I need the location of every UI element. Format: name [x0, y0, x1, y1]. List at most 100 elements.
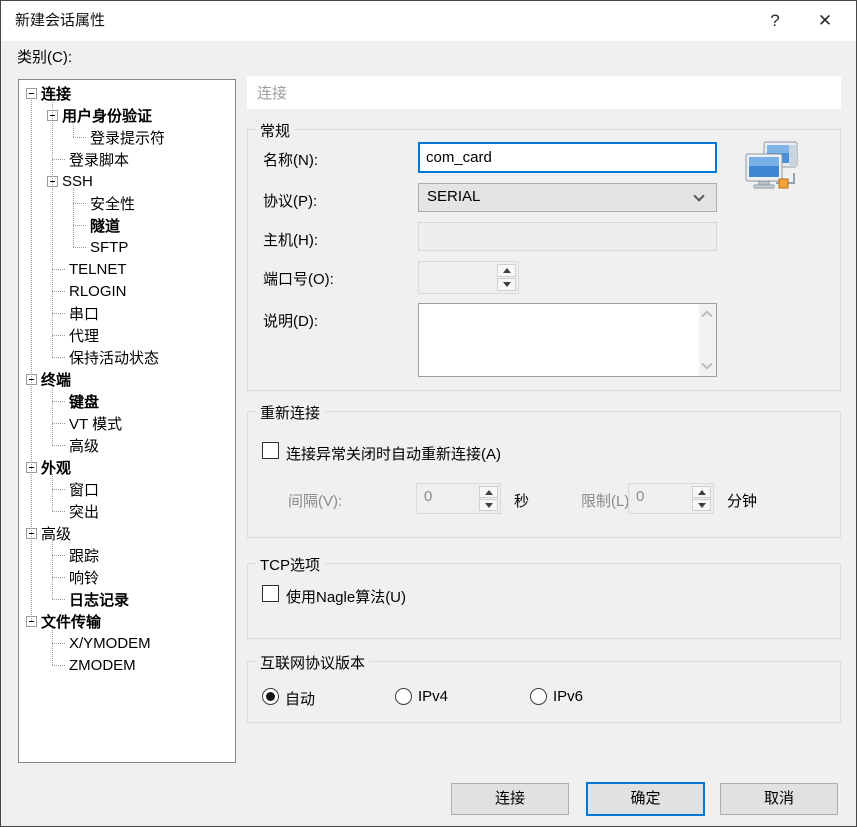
tree-item-label: 窗口 — [69, 481, 100, 499]
tree-connector — [52, 510, 65, 512]
spin-up-icon — [692, 486, 711, 498]
limit-value: 0 — [636, 488, 645, 505]
tree-item-label: SSH — [62, 172, 93, 190]
auto-reconnect-checkbox[interactable] — [262, 442, 279, 459]
ip-version-radio-自动[interactable] — [262, 688, 279, 705]
tree-collapse-icon[interactable] — [26, 87, 37, 99]
session-computers-icon — [745, 141, 798, 189]
connect-button[interactable]: 连接 — [451, 783, 569, 815]
tree-guide-line — [31, 100, 32, 621]
tree-guide-line — [52, 540, 53, 599]
tree-item-label: 突出 — [69, 503, 100, 521]
tree-item-label: 用户身份验证 — [62, 107, 153, 125]
auto-reconnect-label: 连接异常关闭时自动重新连接(A) — [286, 446, 501, 463]
panel-header-title: 连接 — [257, 85, 288, 102]
tree-connector — [52, 400, 65, 402]
interval-label: 间隔(V): — [288, 493, 343, 510]
tree-connector — [73, 136, 86, 138]
tree-item-label: 外观 — [41, 459, 72, 477]
tree-guide-line — [52, 100, 53, 357]
tree-item-label: 高级 — [69, 437, 100, 455]
tree-connector — [52, 642, 65, 644]
session-name-input[interactable] — [418, 142, 717, 173]
scrollbar — [699, 304, 716, 376]
tree-item-label: X/YMODEM — [69, 634, 151, 652]
cancel-button[interactable]: 取消 — [720, 783, 838, 815]
tree-item-label: 响铃 — [69, 569, 100, 587]
tree-item-label: 串口 — [69, 305, 100, 323]
ip-version-radio-ipv4[interactable] — [395, 688, 412, 705]
tree-connector — [52, 576, 65, 578]
tree-item-label: 安全性 — [90, 195, 136, 213]
tree-connector — [73, 246, 86, 248]
tree-connector — [52, 290, 65, 292]
interval-spinner: 0 — [416, 483, 501, 514]
tree-item-label: 文件传输 — [41, 613, 102, 631]
new-session-properties-dialog: 新建会话属性 ? ✕ 类别(C): 连接 用户身份验证 登录提示符 登录脚本 SSH 安全… — [0, 0, 857, 827]
limit-unit: 分钟 — [727, 493, 758, 510]
group-reconnect-title: 重新连接 — [256, 402, 325, 423]
tree-connector — [52, 488, 65, 490]
tree-connector — [52, 268, 65, 270]
description-label: 说明(D): — [263, 313, 318, 330]
tree-connector — [52, 554, 65, 556]
nagle-checkbox[interactable] — [262, 585, 279, 602]
ip-version-label: 自动 — [285, 691, 316, 708]
close-icon[interactable]: ✕ — [802, 1, 848, 41]
tree-item-label: 代理 — [69, 327, 100, 345]
protocol-label: 协议(P): — [263, 193, 318, 210]
tree-item-label: 终端 — [41, 371, 72, 389]
tree-guide-line — [52, 386, 53, 445]
tree-connector — [73, 202, 86, 204]
tree-connector — [52, 356, 65, 358]
tree-item-label: 保持活动状态 — [69, 349, 160, 367]
group-ip-version-title: 互联网协议版本 — [256, 652, 370, 673]
ip-version-label: IPv4 — [418, 688, 449, 705]
category-tree: 连接 用户身份验证 登录提示符 登录脚本 SSH 安全性 隧道 SFTP TELNET RLOGI… — [18, 79, 236, 763]
host-label: 主机(H): — [263, 232, 318, 249]
port-spinner — [418, 261, 519, 294]
tree-connector — [52, 664, 65, 666]
tree-item-label: 日志记录 — [69, 591, 130, 609]
tree-item-label: 连接 — [41, 85, 72, 103]
spin-down-icon — [497, 278, 516, 291]
protocol-select[interactable]: SERIAL — [418, 183, 717, 212]
interval-unit: 秒 — [514, 493, 530, 510]
tree-connector — [52, 422, 65, 424]
tree-guide-line — [52, 474, 53, 511]
title-bar: 新建会话属性 ? ✕ — [1, 1, 856, 41]
dialog-title: 新建会话属性 — [15, 12, 106, 29]
tree-connector — [73, 224, 86, 226]
name-label: 名称(N): — [263, 152, 318, 169]
tree-guide-line — [52, 628, 53, 665]
tree-guide-line — [73, 122, 74, 137]
scroll-up-icon — [701, 310, 713, 322]
group-reconnect: 重新连接 — [247, 402, 841, 538]
tree-connector — [52, 444, 65, 446]
spin-up-icon — [479, 486, 498, 498]
tree-item-label: 登录脚本 — [69, 151, 130, 169]
help-icon[interactable]: ? — [752, 1, 798, 41]
tree-item-label: 登录提示符 — [90, 129, 166, 147]
ip-version-label: IPv6 — [553, 688, 584, 705]
port-label: 端口号(O): — [263, 271, 334, 288]
scroll-down-icon — [701, 358, 713, 370]
group-general-title: 常规 — [256, 120, 295, 141]
description-textarea[interactable] — [418, 303, 717, 377]
ok-button[interactable]: 确定 — [586, 782, 705, 816]
limit-label: 限制(L): — [581, 493, 634, 510]
tree-item-label: 隧道 — [90, 217, 121, 235]
protocol-value: SERIAL — [427, 188, 481, 205]
tree-item-label: ZMODEM — [69, 656, 136, 674]
spin-down-icon — [479, 499, 498, 511]
nagle-label: 使用Nagle算法(U) — [286, 589, 407, 606]
tree-item-label: SFTP — [90, 238, 129, 256]
limit-spinner: 0 — [628, 483, 714, 514]
tree-connector — [52, 312, 65, 314]
interval-value: 0 — [424, 488, 433, 505]
tree-item-label: TELNET — [69, 260, 127, 278]
chevron-down-icon — [693, 190, 705, 202]
tree-item-label: 高级 — [41, 525, 72, 543]
category-label: 类别(C): — [17, 49, 72, 66]
ip-version-radio-ipv6[interactable] — [530, 688, 547, 705]
